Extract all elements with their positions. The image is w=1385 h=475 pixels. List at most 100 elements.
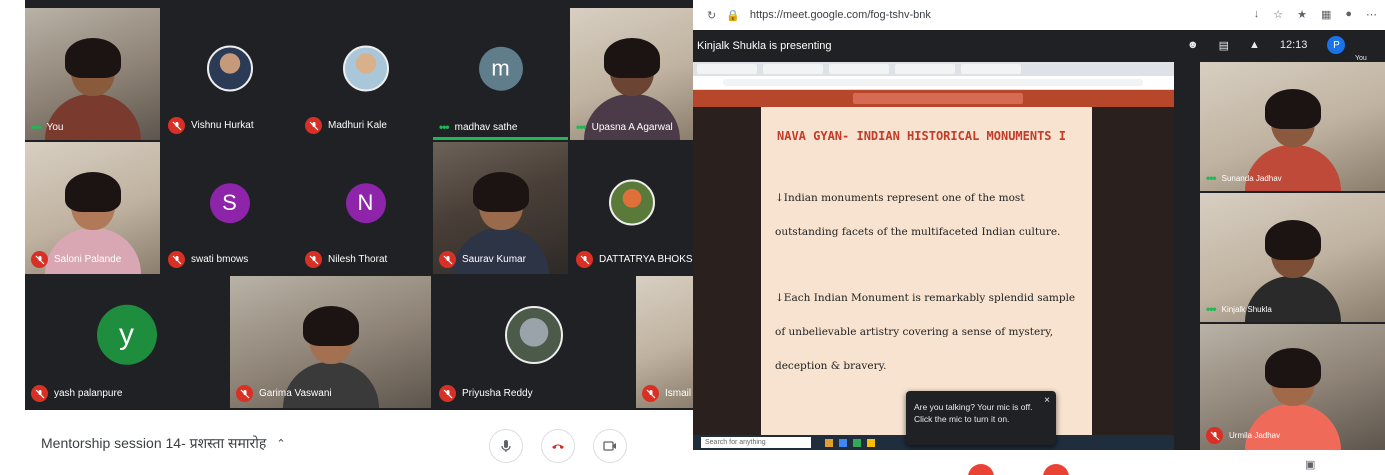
participant-tile-dattatrya[interactable]: DATTATRYA BHOKSE (570, 142, 693, 274)
participant-tile-madhav[interactable]: m ••• madhav sathe (433, 8, 568, 140)
participant-name-tag: ••• Sunanda Jadhav (1206, 171, 1282, 185)
people-icon[interactable]: ☻ (1187, 39, 1199, 51)
avatar (504, 306, 563, 365)
camera-button[interactable] (593, 429, 627, 463)
browser-toolbar: ↻ 🔒 https://meet.google.com/fog-tshv-bnk… (693, 0, 1385, 30)
mic-off-icon (439, 385, 456, 402)
avatar: y (96, 304, 157, 365)
camera-off-button[interactable] (1043, 464, 1069, 475)
participant-name-tag: Nilesh Thorat (305, 251, 387, 268)
toast-text: Are you talking? Your mic is off. Click … (914, 402, 1033, 424)
lock-icon: 🔒 (726, 9, 740, 22)
inner-browser-tabs (693, 62, 1174, 76)
mic-off-icon (168, 117, 185, 134)
participant-tile-saloni[interactable]: Saloni Palande (25, 142, 160, 274)
meeting-details[interactable]: Mentorship session 14- प्रशस्ता समारोह ⌃ (41, 434, 286, 453)
participant-tile-kinjalk[interactable]: ••• Kinjalk Shukla (1200, 193, 1385, 322)
meeting-controls-bar: Mentorship session 14- प्रशस्ता समारोह ⌃ (25, 410, 693, 475)
participant-tile-upasna[interactable]: ••• Upasna A Agarwal (570, 8, 693, 140)
participant-name-tag: yash palanpure (31, 385, 122, 402)
activities-icon[interactable]: ▲ (1249, 39, 1260, 51)
taskbar-search[interactable]: Search for anything (701, 437, 811, 448)
reload-icon[interactable]: ↻ (707, 9, 716, 22)
avatar (206, 45, 253, 92)
mic-off-toast: Are you talking? Your mic is off. Click … (906, 391, 1056, 445)
meet-top-bar: ☻ ▤ ▲ 12:13 P (1187, 36, 1385, 54)
presentation-slide: NAVA GYAN- INDIAN HISTORICAL MONUMENTS I… (761, 107, 1092, 435)
close-icon[interactable]: × (1044, 395, 1050, 407)
slide-paragraph: ↓Each Indian Monument is remarkably sple… (775, 292, 1076, 372)
mic-off-icon (236, 385, 253, 402)
clock-time: 12:13 (1279, 39, 1308, 51)
mic-off-icon (439, 251, 456, 268)
favorites-icon[interactable]: ★ (1297, 8, 1307, 21)
participant-name-tag: Madhuri Kale (305, 117, 387, 134)
participant-name-tag: Saloni Palande (31, 251, 121, 268)
download-icon[interactable]: ↓ (1254, 8, 1260, 21)
meet-grid-screenshot: ••• You Vishnu Hurkat Madhuri Kale m ••• m… (0, 0, 693, 475)
speaking-indicator-icon: ••• (576, 120, 587, 134)
participant-tile-priyusha[interactable]: Priyusha Reddy (433, 276, 634, 408)
expand-icon[interactable]: ▣ (1305, 458, 1315, 471)
address-bar[interactable]: https://meet.google.com/fog-tshv-bnk (750, 9, 931, 21)
participant-tile-garima[interactable]: Garima Vaswani (230, 276, 431, 408)
chat-icon[interactable]: ▤ (1219, 39, 1229, 52)
meeting-title: Mentorship session 14- प्रशस्ता समारोह (41, 435, 267, 451)
avatar: S (209, 183, 250, 224)
mic-off-icon (305, 251, 322, 268)
mic-off-button[interactable] (968, 464, 994, 475)
slide-area: NAVA GYAN- INDIAN HISTORICAL MONUMENTS I… (693, 107, 1174, 435)
participant-name-tag: Saurav Kumar (439, 251, 526, 268)
participant-name-tag: Vishnu Hurkat (168, 117, 254, 134)
mic-off-icon (576, 251, 593, 268)
inner-address-bar (693, 76, 1174, 90)
speaking-indicator-icon: ••• (1206, 171, 1217, 185)
profile-icon[interactable]: ● (1345, 8, 1352, 21)
taskbar-apps (825, 438, 875, 447)
participant-tile-you[interactable]: ••• You (25, 8, 160, 140)
avatar (608, 179, 655, 226)
participant-tile-swati[interactable]: S swati bmows (162, 142, 297, 274)
participant-name-tag: Priyusha Reddy (439, 385, 533, 402)
mic-off-icon (642, 385, 659, 402)
leave-call-button[interactable] (541, 429, 575, 463)
meet-presenting-screenshot: ↻ 🔒 https://meet.google.com/fog-tshv-bnk… (693, 0, 1385, 475)
participant-tile-sunanda[interactable]: ••• Sunanda Jadhav (1200, 62, 1385, 191)
collections-icon[interactable]: ▦ (1321, 8, 1331, 21)
participant-tile-yash[interactable]: y yash palanpure (25, 276, 228, 408)
slide-paragraph: ↓Indian monuments represent one of the m… (775, 192, 1061, 238)
more-icon[interactable]: ⋯ (1366, 8, 1377, 21)
chevron-up-icon[interactable]: ⌃ (276, 437, 285, 450)
powerpoint-ribbon (693, 90, 1174, 107)
mic-off-icon (168, 251, 185, 268)
speaking-indicator-icon: ••• (1206, 302, 1217, 316)
meeting-controls-bar: ▣ (693, 450, 1385, 475)
participant-tile-nilesh[interactable]: N Nilesh Thorat (299, 142, 432, 274)
mic-icon (501, 440, 511, 452)
presenting-banner: Kinjalk Shukla is presenting (697, 40, 832, 52)
participant-tile-vishnu[interactable]: Vishnu Hurkat (162, 8, 297, 140)
mic-button[interactable] (489, 429, 523, 463)
participant-tile-urmila[interactable]: Urmila Jadhav (1200, 324, 1385, 450)
participant-name-tag: DATTATRYA BHOKSE (576, 251, 693, 268)
star-icon[interactable]: ☆ (1273, 8, 1283, 21)
participant-name-tag: ••• Upasna A Agarwal (576, 120, 673, 134)
speaking-indicator-icon: ••• (439, 120, 450, 134)
participant-name-tag: ••• madhav sathe (439, 120, 518, 134)
mic-off-icon (31, 251, 48, 268)
avatar[interactable]: P (1327, 36, 1346, 54)
participant-tile-madhuri[interactable]: Madhuri Kale (299, 8, 432, 140)
participant-name-tag: ••• Kinjalk Shukla (1206, 302, 1272, 316)
mic-off-icon (305, 117, 322, 134)
avatar (342, 45, 389, 92)
you-label: You (1355, 55, 1367, 62)
mic-off-icon (31, 385, 48, 402)
speaking-indicator-icon: ••• (31, 120, 42, 134)
participant-name-tag: Garima Vaswani (236, 385, 332, 402)
camera-icon (603, 441, 616, 451)
participant-tile-ismail[interactable]: Ismail (636, 276, 693, 408)
participant-name-tag: Urmila Jadhav (1206, 427, 1280, 444)
slide-title: NAVA GYAN- INDIAN HISTORICAL MONUMENTS I (777, 129, 1066, 143)
hangup-icon (552, 444, 564, 449)
participant-tile-saurav[interactable]: Saurav Kumar (433, 142, 568, 274)
